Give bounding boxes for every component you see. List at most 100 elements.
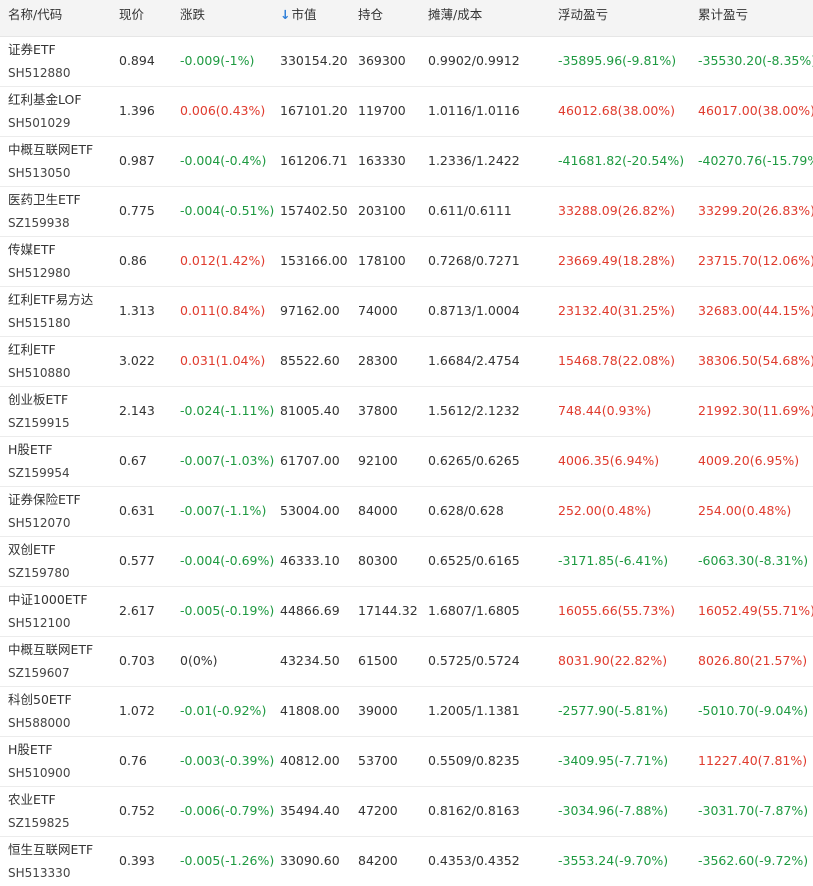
cum-pnl-cell: 38306.50(54.68%) xyxy=(698,353,813,368)
fund-name-code[interactable]: 中概互联网ETF SH513050 xyxy=(8,141,93,182)
table-header: 名称/代码 现价 涨跌 ↓市值 持仓 摊薄/成本 浮动盈亏 累计盈亏 xyxy=(0,0,813,37)
fund-code: SZ159825 xyxy=(8,816,70,830)
cost-cell: 0.611/0.6111 xyxy=(428,203,512,218)
fund-name-code[interactable]: 医药卫生ETF SZ159938 xyxy=(8,191,81,232)
holding-cell: 119700 xyxy=(358,103,406,118)
holding-cell: 178100 xyxy=(358,253,406,268)
fund-name-code[interactable]: 创业板ETF SZ159915 xyxy=(8,391,70,432)
fund-name-code[interactable]: 红利基金LOF SH501029 xyxy=(8,91,82,132)
fund-name-code[interactable]: 恒生互联网ETF SH513330 xyxy=(8,841,93,882)
table-row[interactable]: 中证1000ETF SH512100 2.617 -0.005(-0.19%) 4486… xyxy=(0,587,813,637)
table-row[interactable]: 红利ETF SH510880 3.022 0.031(1.04%) 85522.60 28… xyxy=(0,337,813,387)
float-pnl-cell: -3553.24(-9.70%) xyxy=(558,853,669,868)
cum-pnl-cell: 16052.49(55.71%) xyxy=(698,603,813,618)
fund-code: SZ159915 xyxy=(8,416,70,430)
fund-code: SH515180 xyxy=(8,316,71,330)
cum-pnl-cell: 4009.20(6.95%) xyxy=(698,453,800,468)
table-row[interactable]: H股ETF SZ159954 0.67 -0.007(-1.03%) 61707.00 9… xyxy=(0,437,813,487)
float-pnl-cell: 252.00(0.48%) xyxy=(558,503,652,518)
price-cell: 0.86 xyxy=(119,253,147,268)
fund-name: 红利基金LOF xyxy=(8,92,82,107)
fund-name-code[interactable]: 中概互联网ETF SZ159607 xyxy=(8,641,93,682)
fund-name-code[interactable]: 红利ETF SH510880 xyxy=(8,341,70,382)
fund-name: 证券保险ETF xyxy=(8,492,81,507)
holding-cell: 80300 xyxy=(358,553,398,568)
fund-name-code[interactable]: 红利ETF易方达 SH515180 xyxy=(8,291,93,332)
fund-name-code[interactable]: 传媒ETF SH512980 xyxy=(8,241,70,282)
fund-name: H股ETF xyxy=(8,442,53,457)
table-row[interactable]: 红利ETF易方达 SH515180 1.313 0.011(0.84%) 97162.0… xyxy=(0,287,813,337)
float-pnl-cell: 8031.90(22.82%) xyxy=(558,653,668,668)
table-row[interactable]: 红利基金LOF SH501029 1.396 0.006(0.43%) 167101.2… xyxy=(0,87,813,137)
cum-pnl-cell: 254.00(0.48%) xyxy=(698,503,792,518)
table-row[interactable]: 医药卫生ETF SZ159938 0.775 -0.004(-0.51%) 157402… xyxy=(0,187,813,237)
float-pnl-cell: 33288.09(26.82%) xyxy=(558,203,676,218)
market-value-cell: 330154.20 xyxy=(280,53,348,68)
fund-name-code[interactable]: 证券保险ETF SH512070 xyxy=(8,491,81,532)
cum-pnl-cell: -3031.70(-7.87%) xyxy=(698,803,809,818)
holding-cell: 47200 xyxy=(358,803,398,818)
table-row[interactable]: 传媒ETF SH512980 0.86 0.012(1.42%) 153166.00 17… xyxy=(0,237,813,287)
float-pnl-cell: -3171.85(-6.41%) xyxy=(558,553,669,568)
fund-code: SZ159938 xyxy=(8,216,70,230)
table-row[interactable]: 科创50ETF SH588000 1.072 -0.01(-0.92%) 41808.0… xyxy=(0,687,813,737)
fund-name-code[interactable]: H股ETF SZ159954 xyxy=(8,441,70,482)
table-row[interactable]: 创业板ETF SZ159915 2.143 -0.024(-1.11%) 81005.4… xyxy=(0,387,813,437)
price-cell: 2.143 xyxy=(119,403,155,418)
fund-code: SH513330 xyxy=(8,866,71,880)
header-price[interactable]: 现价 xyxy=(119,0,144,30)
table-row[interactable]: 中概互联网ETF SH513050 0.987 -0.004(-0.4%) 161206… xyxy=(0,137,813,187)
fund-name-code[interactable]: H股ETF SH510900 xyxy=(8,741,70,782)
holding-cell: 37800 xyxy=(358,403,398,418)
float-pnl-cell: 23669.49(18.28%) xyxy=(558,253,676,268)
header-change[interactable]: 涨跌 xyxy=(180,0,205,30)
fund-name-code[interactable]: 证券ETF SH512880 xyxy=(8,41,70,82)
change-cell: -0.007(-1.1%) xyxy=(180,503,267,518)
market-value-cell: 157402.50 xyxy=(280,203,348,218)
cum-pnl-cell: 32683.00(44.15%) xyxy=(698,303,813,318)
price-cell: 0.703 xyxy=(119,653,155,668)
holdings-table: 名称/代码 现价 涨跌 ↓市值 持仓 摊薄/成本 浮动盈亏 累计盈亏 证券ETF… xyxy=(0,0,813,886)
change-cell: 0.012(1.42%) xyxy=(180,253,266,268)
cum-pnl-cell: -6063.30(-8.31%) xyxy=(698,553,809,568)
cost-cell: 0.5509/0.8235 xyxy=(428,753,520,768)
market-value-cell: 40812.00 xyxy=(280,753,340,768)
table-row[interactable]: H股ETF SH510900 0.76 -0.003(-0.39%) 40812.00 5… xyxy=(0,737,813,787)
fund-name-code[interactable]: 中证1000ETF SH512100 xyxy=(8,591,88,632)
cum-pnl-cell: 23715.70(12.06%) xyxy=(698,253,813,268)
header-name-code[interactable]: 名称/代码 xyxy=(8,0,62,30)
change-cell: 0.031(1.04%) xyxy=(180,353,266,368)
table-row[interactable]: 双创ETF SZ159780 0.577 -0.004(-0.69%) 46333.10… xyxy=(0,537,813,587)
fund-name-code[interactable]: 农业ETF SZ159825 xyxy=(8,791,70,832)
header-float-pnl[interactable]: 浮动盈亏 xyxy=(558,0,608,30)
fund-name-code[interactable]: 科创50ETF SH588000 xyxy=(8,691,72,732)
table-row[interactable]: 证券ETF SH512880 0.894 -0.009(-1%) 330154.20 36… xyxy=(0,37,813,87)
change-cell: -0.006(-0.79%) xyxy=(180,803,275,818)
holding-cell: 74000 xyxy=(358,303,398,318)
header-cost[interactable]: 摊薄/成本 xyxy=(428,0,482,30)
table-row[interactable]: 证券保险ETF SH512070 0.631 -0.007(-1.1%) 53004.0… xyxy=(0,487,813,537)
header-holding[interactable]: 持仓 xyxy=(358,0,383,30)
holding-cell: 17144.32 xyxy=(358,603,418,618)
cost-cell: 0.8162/0.8163 xyxy=(428,803,520,818)
holding-cell: 61500 xyxy=(358,653,398,668)
holding-cell: 84200 xyxy=(358,853,398,868)
cum-pnl-cell: 8026.80(21.57%) xyxy=(698,653,808,668)
header-market-value[interactable]: ↓市值 xyxy=(280,0,317,30)
table-row[interactable]: 中概互联网ETF SZ159607 0.703 0(0%) 43234.50 61500 0… xyxy=(0,637,813,687)
table-row[interactable]: 恒生互联网ETF SH513330 0.393 -0.005(-1.26%) 33090… xyxy=(0,837,813,886)
fund-name-code[interactable]: 双创ETF SZ159780 xyxy=(8,541,70,582)
cost-cell: 1.6807/1.6805 xyxy=(428,603,520,618)
fund-code: SZ159954 xyxy=(8,466,70,480)
price-cell: 3.022 xyxy=(119,353,155,368)
table-row[interactable]: 农业ETF SZ159825 0.752 -0.006(-0.79%) 35494.40… xyxy=(0,787,813,837)
float-pnl-cell: 15468.78(22.08%) xyxy=(558,353,676,368)
header-cum-pnl[interactable]: 累计盈亏 xyxy=(698,0,748,30)
fund-code: SH512070 xyxy=(8,516,71,530)
fund-code: SZ159607 xyxy=(8,666,70,680)
cum-pnl-cell: 11227.40(7.81%) xyxy=(698,753,808,768)
fund-name: 医药卫生ETF xyxy=(8,192,81,207)
holding-cell: 203100 xyxy=(358,203,406,218)
float-pnl-cell: -35895.96(-9.81%) xyxy=(558,53,677,68)
cost-cell: 1.0116/1.0116 xyxy=(428,103,520,118)
